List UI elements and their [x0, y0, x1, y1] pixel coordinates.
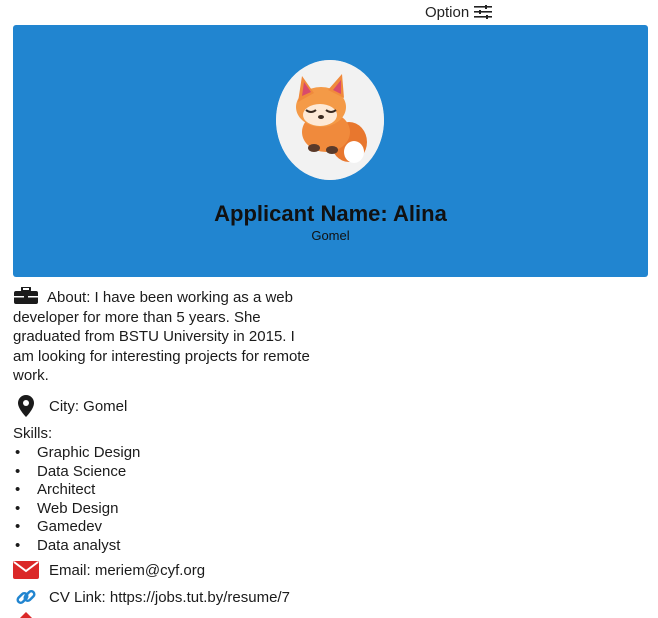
city-text: City: Gomel — [49, 397, 128, 415]
city-row: City: Gomel — [13, 395, 127, 417]
applicant-city: Gomel — [311, 228, 350, 243]
map-marker-icon — [18, 395, 34, 417]
skill-item: Graphic Design — [13, 444, 140, 463]
email-row: Email: meriem@cyf.org — [13, 559, 205, 581]
about-text: About: I have been working as a web deve… — [13, 289, 310, 384]
link-icon — [16, 589, 36, 605]
skill-item: Web Design — [13, 500, 140, 519]
skills-list: Graphic Design Data Science Architect We… — [13, 444, 140, 555]
sliders-icon — [474, 5, 493, 19]
option-button[interactable]: Option — [425, 2, 493, 22]
applicant-name: Applicant Name: Alina — [214, 201, 447, 226]
partial-icon — [20, 612, 32, 618]
envelope-icon — [13, 561, 39, 579]
fox-avatar — [276, 60, 384, 180]
briefcase-icon — [14, 287, 38, 304]
cv-link[interactable]: CV Link: https://jobs.tut.by/resume/7 — [49, 589, 290, 606]
skills-label: Skills: — [13, 425, 53, 442]
skill-item: Architect — [13, 481, 140, 500]
skill-item: Data Science — [13, 463, 140, 482]
skill-item: Data analyst — [13, 537, 140, 556]
about-section: About: I have been working as a web deve… — [13, 287, 318, 386]
option-label: Option — [425, 3, 470, 21]
profile-header: Applicant Name: Alina Gomel — [13, 25, 648, 277]
email-text[interactable]: Email: meriem@cyf.org — [49, 562, 205, 579]
cv-link-row: CV Link: https://jobs.tut.by/resume/7 — [13, 586, 290, 608]
skill-item: Gamedev — [13, 518, 140, 537]
